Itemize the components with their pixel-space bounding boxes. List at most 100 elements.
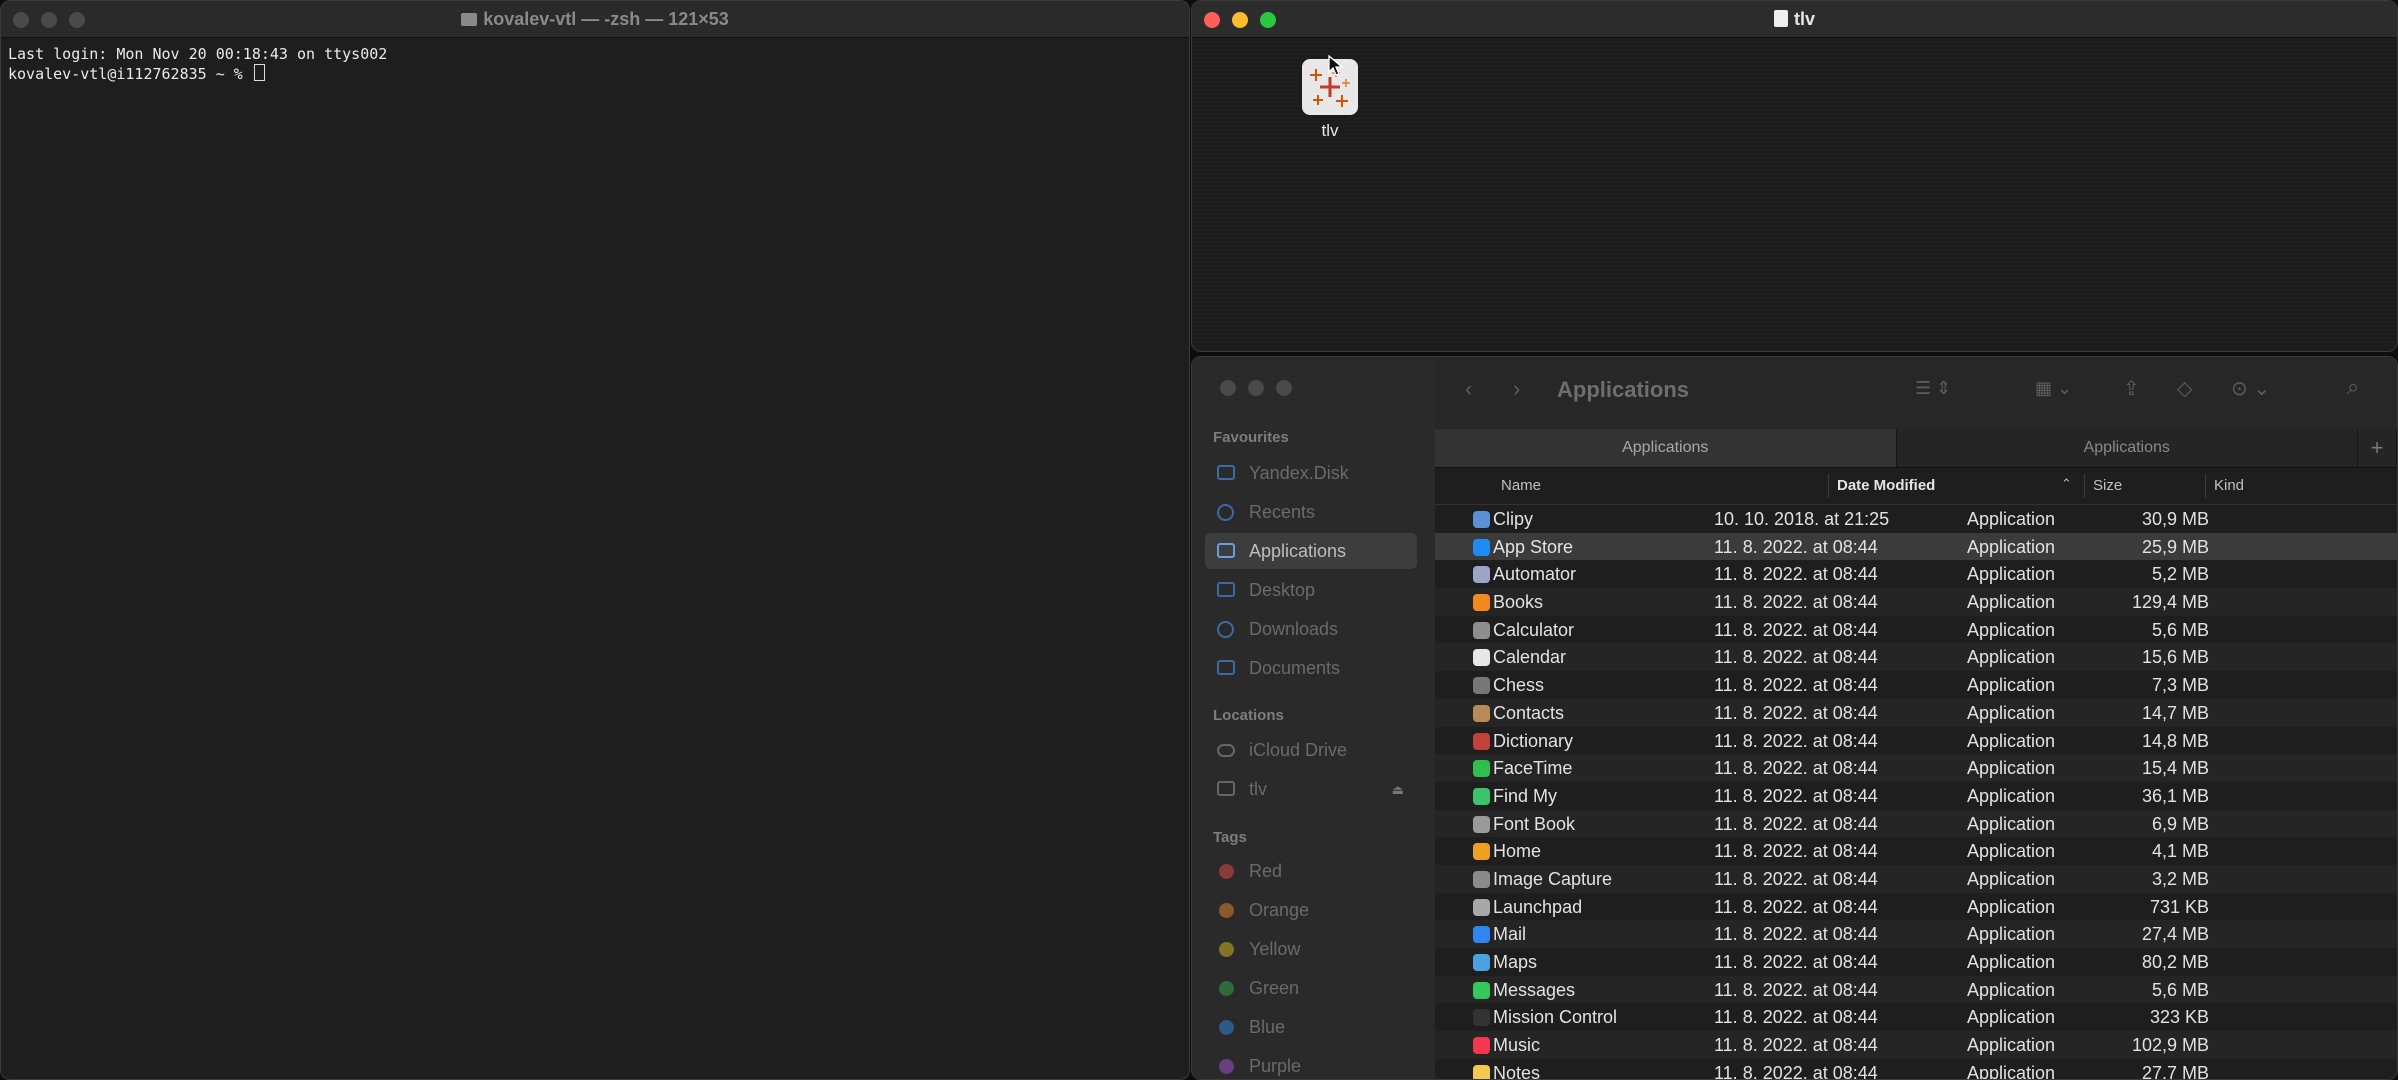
tab-applications-1[interactable]: Applications (1435, 429, 1897, 467)
table-row[interactable]: Image Capture 11. 8. 2022. at 08:44 3,2 MB… (1435, 864, 2397, 893)
terminal-output[interactable]: Last login: Mon Nov 20 00:18:43 on ttys0… (1, 38, 1189, 90)
table-row[interactable]: Chess 11. 8. 2022. at 08:44 7,3 MB Applicat… (1435, 671, 2397, 699)
table-row[interactable]: Notes 11. 8. 2022. at 08:44 27,7 MB Applica… (1435, 1059, 2397, 1079)
sidebar-tag-green[interactable]: Green (1205, 970, 1417, 1006)
tab-applications-2[interactable]: Applications (1897, 429, 2358, 467)
app-icon (1473, 815, 1490, 833)
share-icon[interactable]: ⇪ (2123, 376, 2140, 401)
cell-size: 15,4 MB (2141, 758, 2209, 779)
app-icon (1473, 1009, 1490, 1027)
table-row[interactable]: Maps 11. 8. 2022. at 08:44 80,2 MB Applicat… (1435, 948, 2397, 976)
volume-title: tlv (1192, 9, 2397, 30)
app-icon (1473, 732, 1490, 750)
sidebar-item-downloads[interactable]: Downloads (1205, 611, 1417, 647)
column-divider[interactable] (2205, 474, 2206, 498)
sidebar-item-documents[interactable]: Documents (1205, 650, 1417, 686)
table-row[interactable]: Contacts 11. 8. 2022. at 08:44 14,7 MB Appl… (1435, 698, 2397, 727)
cell-size: 30,9 MB (2141, 509, 2209, 529)
sidebar-item-tlv[interactable]: tlv ⏏ (1205, 771, 1417, 807)
table-row[interactable]: Calendar 11. 8. 2022. at 08:44 15,6 MB Appl… (1435, 643, 2397, 672)
back-button[interactable]: ‹ (1465, 376, 1472, 402)
table-row[interactable]: Launchpad 11. 8. 2022. at 08:44 731 KB Appl… (1435, 893, 2397, 921)
table-row[interactable]: FaceTime 11. 8. 2022. at 08:44 15,4 MB Appl… (1435, 754, 2397, 782)
list-view-icon[interactable]: ☰ ⇕ (1915, 378, 1951, 399)
sidebar-item-label: Yellow (1249, 938, 1301, 959)
clock-icon (1217, 504, 1234, 521)
sidebar-item-icloud-drive[interactable]: iCloud Drive (1205, 732, 1417, 768)
volume-window[interactable]: tlv tlv (1191, 0, 2398, 352)
disk-icon (1217, 781, 1235, 796)
terminal-prompt-line[interactable]: kovalev-vtl@i112762835 ~ % (8, 64, 1182, 84)
minimize-button[interactable] (1248, 380, 1264, 396)
document-icon (1773, 10, 1788, 27)
column-name[interactable]: Name (1501, 477, 1541, 494)
sidebar-tag-blue[interactable]: Blue (1205, 1009, 1417, 1045)
cell-name: Dictionary (1493, 730, 1574, 751)
search-icon[interactable]: ⌕ (2347, 374, 2359, 400)
zoom-button[interactable] (1276, 380, 1292, 396)
sidebar-tag-red[interactable]: Red (1205, 853, 1417, 889)
app-icon (1473, 1064, 1490, 1079)
finder-sidebar: Favourites Yandex.Disk Recents Applicati… (1192, 357, 1435, 1079)
table-row[interactable]: Messages 11. 8. 2022. at 08:44 5,6 MB Appli… (1435, 975, 2397, 1004)
sidebar-item-label: iCloud Drive (1249, 739, 1348, 760)
table-row[interactable]: App Store 11. 8. 2022. at 08:44 25,9 MB App… (1435, 532, 2397, 561)
terminal-window[interactable]: kovalev-vtl — -zsh — 121×53 Last login: … (0, 0, 1190, 1080)
sidebar-item-yandex-disk[interactable]: Yandex.Disk (1205, 455, 1417, 491)
table-row[interactable]: Find My 11. 8. 2022. at 08:44 36,1 MB Appli… (1435, 782, 2397, 810)
folder-icon (1217, 465, 1235, 480)
table-row[interactable]: Dictionary 11. 8. 2022. at 08:44 14,8 MB Ap… (1435, 727, 2397, 755)
finder-window[interactable]: Favourites Yandex.Disk Recents Applicati… (1191, 356, 2398, 1080)
column-divider[interactable] (1828, 474, 1829, 498)
eject-icon[interactable]: ⏏ (1392, 782, 1404, 798)
cell-date-modified: 11. 8. 2022. at 08:44 (1714, 868, 1878, 889)
table-row[interactable]: Calculator 11. 8. 2022. at 08:44 5,6 MB App… (1435, 616, 2397, 644)
cell-kind: Application (1967, 592, 2056, 613)
cell-size: 5,6 MB (2151, 979, 2209, 1000)
sidebar-item-label: tlv (1249, 778, 1267, 799)
app-icon (1473, 538, 1490, 556)
column-divider[interactable] (2084, 474, 2085, 498)
cell-size: 7,3 MB (2151, 675, 2209, 696)
new-tab-button[interactable]: + (2358, 429, 2397, 467)
table-row[interactable]: Home 11. 8. 2022. at 08:44 4,1 MB Applicati… (1435, 837, 2397, 865)
sidebar-item-applications[interactable]: Applications (1205, 533, 1417, 569)
table-row[interactable]: Music 11. 8. 2022. at 08:44 102,9 MB Applic… (1435, 1031, 2397, 1059)
table-row[interactable]: Mail 11. 8. 2022. at 08:44 27,4 MB Applicat… (1435, 920, 2397, 948)
terminal-titlebar[interactable]: kovalev-vtl — -zsh — 121×53 (1, 1, 1189, 38)
terminal-title-text: kovalev-vtl — -zsh — 121×53 (483, 9, 729, 29)
close-button[interactable] (1220, 380, 1236, 396)
group-view-icon[interactable]: ▦ ⌄ (2035, 378, 2072, 399)
cell-name: Messages (1493, 979, 1576, 1000)
table-row[interactable]: Font Book 11. 8. 2022. at 08:44 6,9 MB Appl… (1435, 809, 2397, 838)
cell-date-modified: 11. 8. 2022. at 08:44 (1714, 758, 1878, 779)
cell-name: Automator (1493, 564, 1577, 585)
column-kind[interactable]: Kind (2214, 477, 2244, 494)
sidebar-tag-purple[interactable]: Purple (1205, 1048, 1417, 1079)
cell-name: Font Book (1493, 813, 1576, 834)
table-row[interactable]: Mission Control 11. 8. 2022. at 08:44 323 … (1435, 1003, 2397, 1031)
sidebar-item-label: Yandex.Disk (1249, 462, 1349, 483)
sidebar-tag-orange[interactable]: Orange (1205, 892, 1417, 928)
table-row[interactable]: Clipy 10. 10. 2018. at 21:25 30,9 MB Applic… (1435, 505, 2397, 533)
sidebar-item-label: Desktop (1249, 579, 1316, 600)
cell-date-modified: 11. 8. 2022. at 08:44 (1714, 785, 1878, 806)
cell-date-modified: 11. 8. 2022. at 08:44 (1714, 592, 1878, 613)
sidebar-item-recents[interactable]: Recents (1205, 494, 1417, 530)
volume-titlebar[interactable]: tlv (1192, 1, 2397, 38)
app-icon (1473, 981, 1490, 999)
forward-button[interactable]: › (1513, 376, 1520, 402)
sidebar-item-desktop[interactable]: Desktop (1205, 572, 1417, 608)
cell-kind: Application (1967, 868, 2056, 889)
column-size[interactable]: Size (2093, 477, 2122, 494)
sidebar-tag-yellow[interactable]: Yellow (1205, 931, 1417, 967)
column-date-modified[interactable]: Date Modified (1837, 477, 1935, 494)
cell-name: Home (1493, 841, 1542, 862)
cell-date-modified: 11. 8. 2022. at 08:44 (1714, 675, 1878, 696)
cell-kind: Application (1967, 1035, 2056, 1056)
cell-date-modified: 11. 8. 2022. at 08:44 (1714, 564, 1878, 585)
table-row[interactable]: Automator 11. 8. 2022. at 08:44 5,2 MB Appl… (1435, 560, 2397, 588)
tag-icon[interactable]: ◇ (2177, 376, 2192, 401)
table-row[interactable]: Books 11. 8. 2022. at 08:44 129,4 MB Applic… (1435, 588, 2397, 616)
more-actions-icon[interactable]: ⊙ ⌄ (2231, 376, 2270, 401)
